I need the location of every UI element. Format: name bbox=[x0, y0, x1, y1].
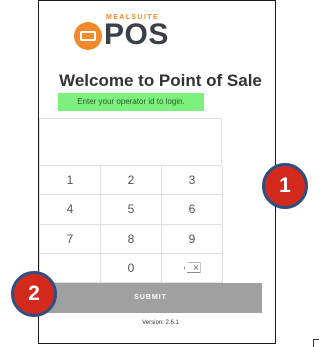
operator-id-input[interactable] bbox=[39, 118, 222, 166]
backspace-icon bbox=[183, 262, 201, 274]
key-5[interactable]: 5 bbox=[101, 195, 162, 225]
backspace-button[interactable] bbox=[162, 253, 223, 283]
key-0[interactable]: 0 bbox=[101, 253, 162, 283]
submit-button[interactable]: SUBMIT bbox=[39, 283, 262, 313]
login-hint: Enter your operator id to login. bbox=[58, 93, 204, 111]
key-2[interactable]: 2 bbox=[101, 166, 162, 196]
mealsuite-pos-logo: MEALSUITE POS bbox=[74, 6, 184, 54]
key-3[interactable]: 3 bbox=[162, 166, 223, 196]
key-6[interactable]: 6 bbox=[162, 195, 223, 225]
key-9[interactable]: 9 bbox=[162, 224, 223, 254]
logo-product: POS bbox=[104, 18, 169, 51]
callout-marker-2: 2 bbox=[11, 271, 57, 317]
corner-mark bbox=[313, 339, 319, 347]
callout-marker-1: 1 bbox=[262, 163, 308, 209]
logo-card-icon bbox=[74, 22, 102, 50]
key-4[interactable]: 4 bbox=[40, 195, 101, 225]
numeric-keypad: 1 2 3 4 5 6 7 8 9 0 bbox=[39, 166, 223, 283]
version-label: Version: 2.6.1 bbox=[142, 320, 179, 326]
key-7[interactable]: 7 bbox=[40, 224, 101, 254]
key-8[interactable]: 8 bbox=[101, 224, 162, 254]
key-1[interactable]: 1 bbox=[40, 166, 101, 196]
page-title: Welcome to Point of Sale bbox=[59, 71, 262, 90]
